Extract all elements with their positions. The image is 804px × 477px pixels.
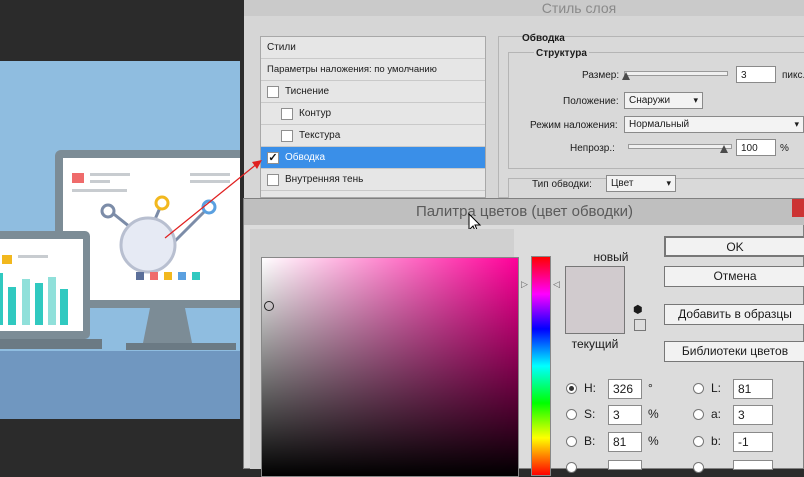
add-to-swatches-button[interactable]: Добавить в образцы xyxy=(664,304,804,325)
brightness-label: B: xyxy=(584,434,596,448)
hue-slider[interactable] xyxy=(531,256,551,476)
color-picker-title[interactable]: Палитра цветов (цвет обводки) xyxy=(244,199,804,225)
a-label: a: xyxy=(711,407,722,421)
close-button[interactable] xyxy=(792,199,804,217)
color-libraries-button[interactable]: Библиотеки цветов xyxy=(664,341,804,362)
saturation-label: S: xyxy=(584,407,596,421)
hue-input[interactable]: 326 xyxy=(608,379,642,399)
b-radio[interactable] xyxy=(693,436,704,447)
color-field-marker[interactable] xyxy=(264,301,274,311)
ok-button[interactable]: OK xyxy=(664,236,804,257)
new-color-label: новый xyxy=(593,250,629,264)
l-label: L: xyxy=(711,381,722,395)
a-radio[interactable] xyxy=(693,409,704,420)
l-input[interactable]: 81 xyxy=(733,379,773,399)
cube-icon[interactable]: ⬢ xyxy=(633,303,643,316)
hue-right-arrow-icon[interactable]: ◁ xyxy=(553,279,560,290)
b-label: b: xyxy=(711,434,722,448)
saturation-radio[interactable] xyxy=(566,409,577,420)
brightness-unit: % xyxy=(648,434,659,448)
brightness-input[interactable]: 81 xyxy=(608,432,642,452)
cancel-button[interactable]: Отмена xyxy=(664,266,804,287)
brightness-radio[interactable] xyxy=(566,436,577,447)
red-radio[interactable] xyxy=(566,462,577,473)
saturation-input[interactable]: 3 xyxy=(608,405,642,425)
l-radio[interactable] xyxy=(693,383,704,394)
color-picker-dialog: Палитра цветов (цвет обводки) ▷ ◁ новый … xyxy=(243,198,804,477)
c-radio[interactable] xyxy=(693,462,704,473)
current-color-label: текущий xyxy=(571,337,619,351)
b-input[interactable]: -1 xyxy=(733,432,773,452)
hue-label: H: xyxy=(584,381,596,395)
color-swatch-preview[interactable] xyxy=(565,266,625,334)
hue-left-arrow-icon[interactable]: ▷ xyxy=(521,279,528,290)
saturation-brightness-field[interactable] xyxy=(261,257,519,477)
hue-unit: ° xyxy=(648,381,653,395)
hue-radio[interactable] xyxy=(566,383,577,394)
saturation-unit: % xyxy=(648,407,659,421)
web-color-swatch[interactable] xyxy=(634,319,646,331)
a-input[interactable]: 3 xyxy=(733,405,773,425)
